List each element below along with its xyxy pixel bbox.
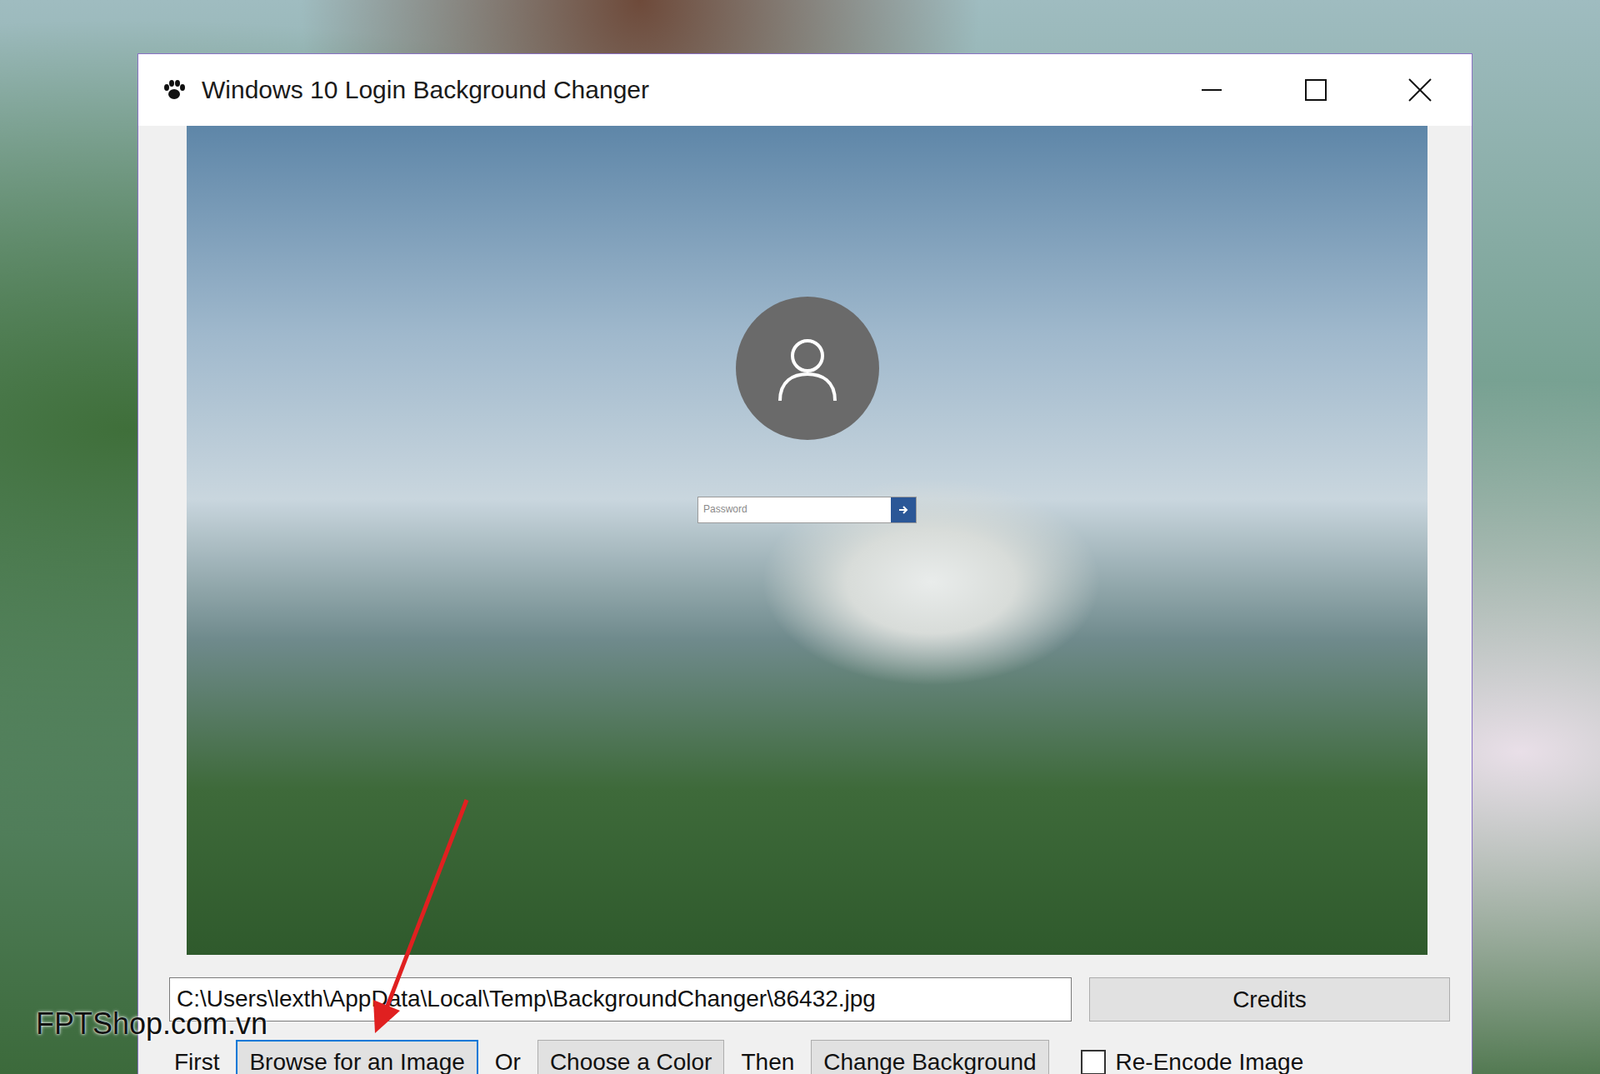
maximize-icon xyxy=(1303,77,1329,103)
re-encode-checkbox[interactable]: Re-Encode Image xyxy=(1080,1049,1305,1074)
step-label: First xyxy=(174,1049,220,1074)
window-controls xyxy=(1159,54,1472,126)
path-field[interactable]: C:\Users\lexth\AppData\Local\Temp\Backgr… xyxy=(169,977,1072,1022)
background-preview: Password xyxy=(186,125,1428,955)
step-label: Then xyxy=(740,1049,795,1074)
submit-arrow xyxy=(890,497,916,523)
paw-icon xyxy=(161,77,187,103)
title-bar: Windows 10 Login Background Changer xyxy=(138,54,1472,126)
desktop: Windows 10 Login Background Changer Passw… xyxy=(0,0,1600,1074)
close-icon xyxy=(1406,76,1434,104)
maximize-button[interactable] xyxy=(1263,54,1368,126)
step-button[interactable]: Browse for an Image xyxy=(235,1040,478,1074)
annotation-arrow-icon xyxy=(366,795,475,1038)
close-button[interactable] xyxy=(1367,54,1472,126)
step-button[interactable]: Change Background xyxy=(810,1040,1049,1074)
app-window: Windows 10 Login Background Changer Passw… xyxy=(137,53,1473,1074)
checkbox-label: Re-Encode Image xyxy=(1115,1049,1305,1074)
user-icon xyxy=(770,330,845,406)
minimize-button[interactable] xyxy=(1159,54,1264,126)
window-title: Windows 10 Login Background Changer xyxy=(201,75,1160,105)
arrow-right-icon xyxy=(897,504,910,516)
step-row: First Browse for an Image Or Choose a Color… xyxy=(169,1040,1450,1074)
step-button[interactable]: Choose a Color xyxy=(537,1040,725,1074)
step-label: Or xyxy=(495,1049,521,1074)
watermark: FPTShop.com.vn xyxy=(35,1006,268,1042)
user-avatar xyxy=(735,296,880,440)
password-field: Password xyxy=(697,496,917,524)
credits-button[interactable]: Credits xyxy=(1089,977,1450,1022)
minimize-icon xyxy=(1199,77,1225,103)
password-placeholder: Password xyxy=(698,497,891,523)
checkbox-box[interactable] xyxy=(1080,1050,1106,1074)
